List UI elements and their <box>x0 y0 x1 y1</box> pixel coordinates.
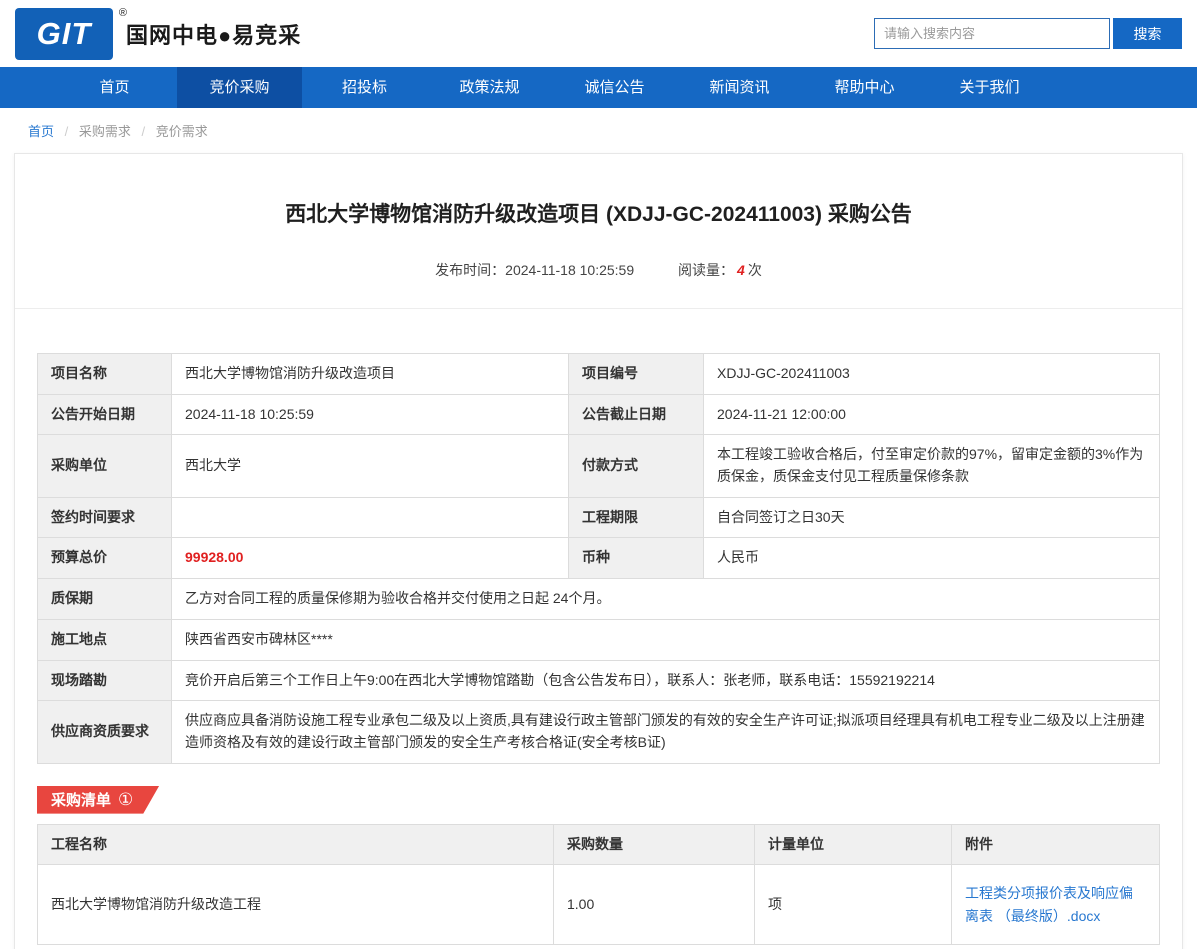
field-value-project-name: 西北大学博物馆消防升级改造项目 <box>172 354 569 395</box>
field-label-currency: 币种 <box>569 538 704 579</box>
table-header-row: 工程名称 采购数量 计量单位 附件 <box>38 824 1160 865</box>
field-value-warranty: 乙方对合同工程的质量保修期为验收合格并交付使用之日起 24个月。 <box>172 579 1160 620</box>
cell-quantity: 1.00 <box>554 865 755 945</box>
purchase-list-label: 采购清单 <box>51 789 111 810</box>
field-label-signing-time: 签约时间要求 <box>38 497 172 538</box>
nav-item-integrity-notice[interactable]: 诚信公告 <box>552 67 677 108</box>
publish-time-label: 发布时间： <box>435 262 505 278</box>
project-info-table: 项目名称 西北大学博物馆消防升级改造项目 项目编号 XDJJ-GC-202411… <box>37 353 1160 764</box>
field-value-purchaser: 西北大学 <box>172 435 569 497</box>
field-value-total-budget: 99928.00 <box>172 538 569 579</box>
table-row: 采购单位 西北大学 付款方式 本工程竣工验收合格后，付至审定价款的97%，留审定… <box>38 435 1160 497</box>
announcement-meta-wrap: 发布时间：2024-11-18 10:25:59 阅读量：4次 <box>15 260 1182 309</box>
table-row: 施工地点 陕西省西安市碑林区**** <box>38 619 1160 660</box>
field-label-end-date: 公告截止日期 <box>569 394 704 435</box>
field-value-project-duration: 自合同签订之日30天 <box>704 497 1160 538</box>
field-value-site-location: 陕西省西安市碑林区**** <box>172 619 1160 660</box>
cell-unit: 项 <box>755 865 952 945</box>
field-label-project-code: 项目编号 <box>569 354 704 395</box>
nav-item-about-us[interactable]: 关于我们 <box>927 67 1052 108</box>
search-area: 搜索 <box>874 18 1182 49</box>
field-value-site-survey: 竞价开启后第三个工作日上午9:00在西北大学博物馆踏勘（包含公告发布日），联系人… <box>172 660 1160 701</box>
field-label-warranty: 质保期 <box>38 579 172 620</box>
search-button[interactable]: 搜索 <box>1113 18 1182 49</box>
views-label: 阅读量： <box>678 262 734 278</box>
site-logo[interactable]: GIT ® 国网中电●易竞采 <box>15 8 301 60</box>
field-label-payment-method: 付款方式 <box>569 435 704 497</box>
table-row: 项目名称 西北大学博物馆消防升级改造项目 项目编号 XDJJ-GC-202411… <box>38 354 1160 395</box>
breadcrumb-separator: / <box>65 124 69 139</box>
field-label-site-location: 施工地点 <box>38 619 172 660</box>
table-row: 预算总价 99928.00 币种 人民币 <box>38 538 1160 579</box>
breadcrumb-item-home[interactable]: 首页 <box>28 124 54 139</box>
table-row: 公告开始日期 2024-11-18 10:25:59 公告截止日期 2024-1… <box>38 394 1160 435</box>
cell-project-name: 西北大学博物馆消防升级改造工程 <box>38 865 554 945</box>
nav-item-news[interactable]: 新闻资讯 <box>677 67 802 108</box>
breadcrumb-item-bidding-demand: 竞价需求 <box>156 124 208 139</box>
logo-git-text: GIT <box>37 16 92 52</box>
table-row: 质保期 乙方对合同工程的质量保修期为验收合格并交付使用之日起 24个月。 <box>38 579 1160 620</box>
table-row: 西北大学博物馆消防升级改造工程 1.00 项 工程类分项报价表及响应偏离表 （最… <box>38 865 1160 945</box>
purchase-list-table: 工程名称 采购数量 计量单位 附件 西北大学博物馆消防升级改造工程 1.00 项… <box>37 824 1160 946</box>
announcement-meta: 发布时间：2024-11-18 10:25:59 阅读量：4次 <box>15 260 1182 280</box>
breadcrumb: 首页 / 采购需求 / 竞价需求 <box>0 108 1197 150</box>
nav-item-bidding-purchase[interactable]: 竞价采购 <box>177 67 302 108</box>
field-value-start-date: 2024-11-18 10:25:59 <box>172 394 569 435</box>
table-row: 现场踏勘 竞价开启后第三个工作日上午9:00在西北大学博物馆踏勘（包含公告发布日… <box>38 660 1160 701</box>
column-header-project-name: 工程名称 <box>38 824 554 865</box>
page-title: 西北大学博物馆消防升级改造项目 (XDJJ-GC-202411003) 采购公告 <box>37 198 1160 228</box>
purchase-list-ribbon: 采购清单 ① <box>37 786 159 814</box>
publish-time-value: 2024-11-18 10:25:59 <box>505 262 634 278</box>
attachment-link[interactable]: 工程类分项报价表及响应偏离表 （最终版）.docx <box>965 882 1146 927</box>
field-label-site-survey: 现场踏勘 <box>38 660 172 701</box>
field-label-start-date: 公告开始日期 <box>38 394 172 435</box>
field-value-end-date: 2024-11-21 12:00:00 <box>704 394 1160 435</box>
nav-item-tender[interactable]: 招投标 <box>302 67 427 108</box>
site-title: 国网中电●易竞采 <box>126 18 301 50</box>
main-nav: 首页 竞价采购 招投标 政策法规 诚信公告 新闻资讯 帮助中心 关于我们 <box>0 67 1197 108</box>
field-label-supplier-qualification: 供应商资质要求 <box>38 701 172 763</box>
table-row: 签约时间要求 工程期限 自合同签订之日30天 <box>38 497 1160 538</box>
publish-time: 发布时间：2024-11-18 10:25:59 <box>435 262 634 278</box>
nav-item-policy[interactable]: 政策法规 <box>427 67 552 108</box>
breadcrumb-separator: / <box>142 124 146 139</box>
field-label-purchaser: 采购单位 <box>38 435 172 497</box>
column-header-attachment: 附件 <box>952 824 1160 865</box>
views: 阅读量：4次 <box>678 262 762 278</box>
registered-mark-icon: ® <box>119 7 127 19</box>
field-value-supplier-qualification: 供应商应具备消防设施工程专业承包二级及以上资质,具有建设行政主管部门颁发的有效的… <box>172 701 1160 763</box>
table-row: 供应商资质要求 供应商应具备消防设施工程专业承包二级及以上资质,具有建设行政主管… <box>38 701 1160 763</box>
views-count: 4 <box>737 262 745 278</box>
field-label-total-budget: 预算总价 <box>38 538 172 579</box>
column-header-unit: 计量单位 <box>755 824 952 865</box>
circled-one-icon: ① <box>118 791 133 808</box>
top-header: GIT ® 国网中电●易竞采 搜索 <box>0 0 1197 67</box>
field-value-payment-method: 本工程竣工验收合格后，付至审定价款的97%，留审定金额的3%作为质保金，质保金支… <box>704 435 1160 497</box>
purchase-list-section-header: 采购清单 ① <box>37 786 1160 814</box>
announcement-card: 西北大学博物馆消防升级改造项目 (XDJJ-GC-202411003) 采购公告… <box>14 153 1183 949</box>
search-input[interactable] <box>874 18 1110 49</box>
nav-item-home[interactable]: 首页 <box>52 67 177 108</box>
field-label-project-duration: 工程期限 <box>569 497 704 538</box>
field-label-project-name: 项目名称 <box>38 354 172 395</box>
field-value-signing-time <box>172 497 569 538</box>
views-unit: 次 <box>748 262 762 278</box>
cell-attachment: 工程类分项报价表及响应偏离表 （最终版）.docx <box>952 865 1160 945</box>
logo-box[interactable]: GIT ® <box>15 8 113 60</box>
nav-item-help-center[interactable]: 帮助中心 <box>802 67 927 108</box>
field-value-project-code: XDJJ-GC-202411003 <box>704 354 1160 395</box>
column-header-quantity: 采购数量 <box>554 824 755 865</box>
breadcrumb-item-procurement-demand[interactable]: 采购需求 <box>79 124 131 139</box>
field-value-currency: 人民币 <box>704 538 1160 579</box>
